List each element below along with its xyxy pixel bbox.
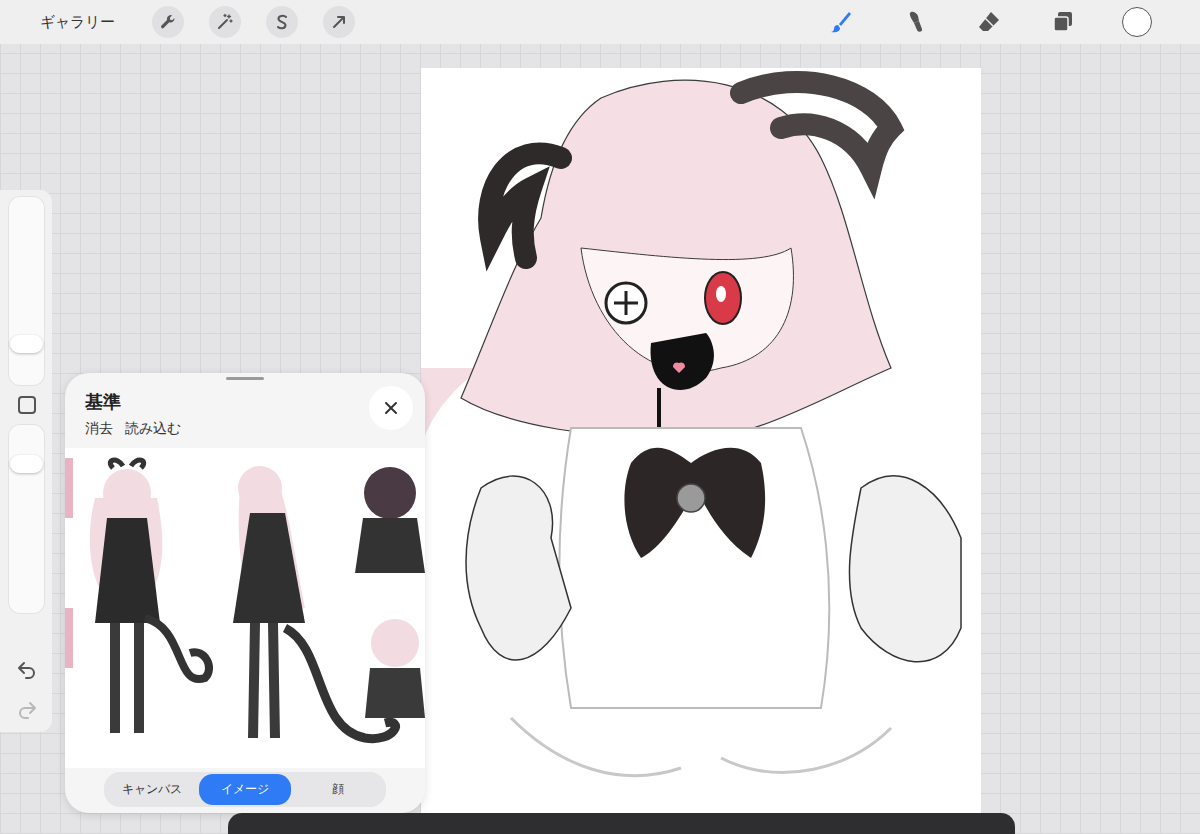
workspace: 基準消去読み込むキャンバスイメージ顔 (0, 44, 1200, 834)
close-button[interactable] (369, 386, 413, 430)
slider-handle[interactable] (10, 335, 43, 353)
eraser-button[interactable] (974, 7, 1004, 37)
opacity-slider[interactable] (8, 424, 45, 614)
character-sheet-picture (65, 448, 425, 768)
eraser-icon (976, 9, 1002, 35)
smudge-button[interactable] (900, 7, 930, 37)
undo-icon[interactable] (16, 658, 38, 680)
right-tools (826, 7, 1152, 37)
size-slider[interactable] (8, 196, 45, 386)
smudge-icon (902, 9, 928, 35)
modify-button[interactable] (16, 394, 38, 416)
reference-titles: 基準消去読み込む (85, 386, 181, 438)
redo-icon[interactable] (16, 698, 38, 720)
brush-button[interactable] (826, 7, 856, 37)
drag-grabber[interactable] (226, 377, 264, 380)
layers-icon (1050, 9, 1076, 35)
drawing-canvas[interactable] (421, 68, 981, 834)
top-toolbar: ギャラリー (0, 0, 1200, 44)
color-swatch[interactable] (1122, 7, 1152, 37)
sidebar (0, 190, 52, 732)
transform-button[interactable] (323, 6, 355, 38)
dock (228, 813, 1015, 834)
gallery-button[interactable]: ギャラリー (40, 13, 115, 32)
close-x-icon (383, 400, 399, 416)
procreate-screen: ギャラリー基準消去読み込むキャンバスイメージ顔 (0, 0, 1200, 834)
reference-title: 基準 (85, 390, 181, 414)
history-buttons (8, 652, 45, 724)
reference-tab[interactable]: 顔 (291, 774, 384, 805)
selection-s-icon (273, 13, 291, 31)
reference-tab[interactable]: イメージ (199, 774, 292, 805)
reference-header: 基準消去読み込む (65, 380, 425, 442)
artwork-picture (421, 68, 981, 834)
wrench-icon (159, 13, 177, 31)
adjust-button[interactable] (209, 6, 241, 38)
select-button[interactable] (266, 6, 298, 38)
reference-window[interactable]: 基準消去読み込むキャンバスイメージ顔 (65, 373, 425, 813)
arrow-icon (330, 13, 348, 31)
layers-button[interactable] (1048, 7, 1078, 37)
square-icon (18, 396, 36, 414)
left-tools: ギャラリー (40, 6, 355, 38)
brush-icon (828, 9, 854, 35)
reference-image (65, 448, 425, 768)
reference-action[interactable]: 読み込む (125, 420, 181, 438)
reference-tab[interactable]: キャンバス (106, 774, 199, 805)
slider-handle[interactable] (10, 455, 43, 473)
reference-action[interactable]: 消去 (85, 420, 113, 438)
reference-actions: 消去読み込む (85, 420, 181, 438)
magic-wand-icon (216, 13, 234, 31)
reference-tabs: キャンバスイメージ顔 (104, 772, 386, 807)
actions-button[interactable] (152, 6, 184, 38)
